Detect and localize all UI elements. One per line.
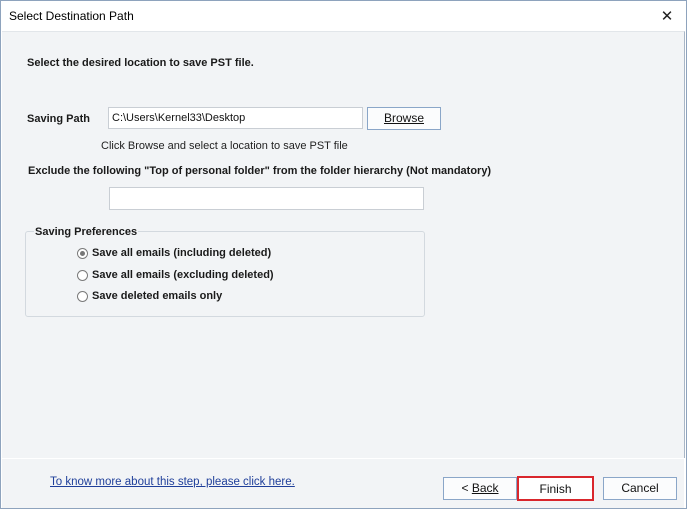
finish-button[interactable]: Finish xyxy=(517,476,594,501)
radio-button[interactable] xyxy=(77,269,88,281)
radio-option-label: Save deleted emails only xyxy=(92,290,223,302)
radio-option-label: Save all emails (excluding deleted) xyxy=(92,269,274,281)
exclude-label: Exclude the following "Top of personal f… xyxy=(28,165,492,177)
cancel-button[interactable]: Cancel xyxy=(603,477,677,500)
dialog-window: Select Destination Path ✕ Select the des… xyxy=(0,0,687,509)
back-button-label: Back xyxy=(471,481,499,495)
saving-preferences-title: Saving Preferences xyxy=(34,226,139,238)
close-icon[interactable]: ✕ xyxy=(654,4,680,28)
radio-button-checked[interactable] xyxy=(77,247,88,259)
cancel-button-label: Cancel xyxy=(621,481,659,495)
radio-option-label: Save all emails (including deleted) xyxy=(92,247,272,259)
radio-button[interactable] xyxy=(77,290,88,302)
browse-button-label: Browse xyxy=(383,111,424,125)
finish-button-label: Finish xyxy=(539,482,572,496)
radio-option-excluding-deleted[interactable]: Save all emails (excluding deleted) xyxy=(77,269,274,281)
saving-path-hint: Click Browse and select a location to sa… xyxy=(101,140,348,152)
content-panel: Select the desired location to save PST … xyxy=(2,31,685,458)
radio-option-deleted-only[interactable]: Save deleted emails only xyxy=(77,290,222,302)
back-button-prefix: < xyxy=(461,481,472,495)
browse-button[interactable]: Browse xyxy=(367,107,441,130)
saving-path-label: Saving Path xyxy=(27,113,90,125)
back-button[interactable]: < Back xyxy=(443,477,517,500)
radio-option-including-deleted[interactable]: Save all emails (including deleted) xyxy=(77,247,271,259)
instruction-text: Select the desired location to save PST … xyxy=(27,57,254,69)
window-title: Select Destination Path xyxy=(9,9,134,23)
help-link[interactable]: To know more about this step, please cli… xyxy=(50,476,295,488)
exclude-folder-input[interactable] xyxy=(109,187,424,210)
title-bar: Select Destination Path ✕ xyxy=(1,1,686,31)
saving-path-input[interactable] xyxy=(108,107,363,129)
footer-bar: To know more about this step, please cli… xyxy=(2,458,684,508)
